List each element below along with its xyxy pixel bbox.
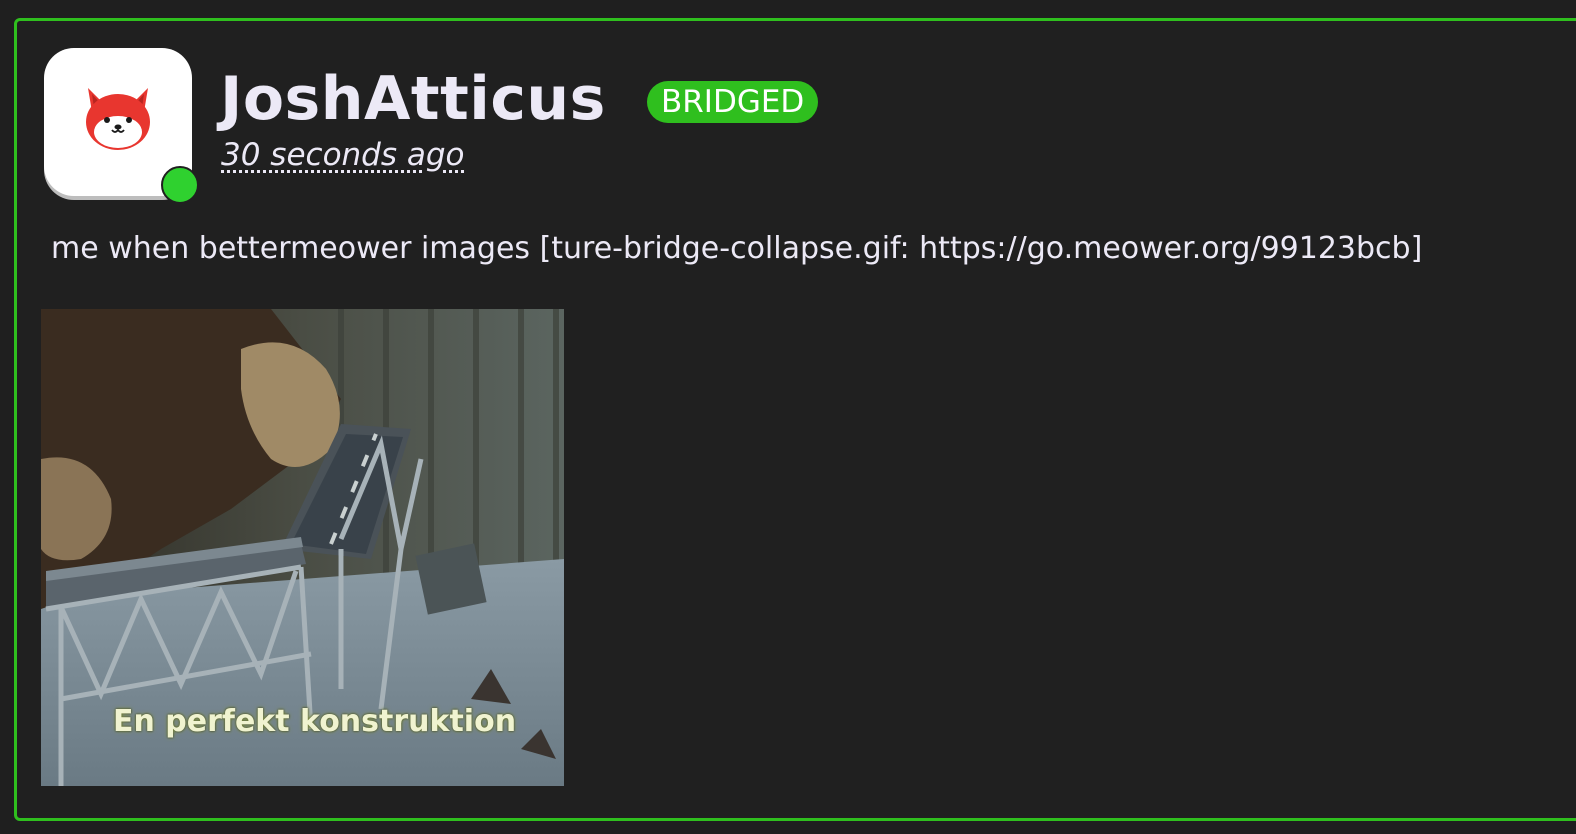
online-status-indicator (161, 166, 199, 204)
post-image-attachment[interactable]: En perfekt konstruktion (41, 309, 564, 786)
post-content: me when bettermeower images [ture-bridge… (51, 228, 1576, 270)
gif-caption: En perfekt konstruktion (113, 704, 516, 739)
post-author-username[interactable]: JoshAtticus (220, 61, 606, 137)
post-timestamp[interactable]: 30 seconds ago (221, 135, 465, 175)
post-card: JoshAtticus BRIDGED 30 seconds ago me wh… (14, 18, 1576, 821)
bridged-badge: BRIDGED (647, 81, 818, 123)
fox-cat-avatar-icon (82, 82, 154, 154)
